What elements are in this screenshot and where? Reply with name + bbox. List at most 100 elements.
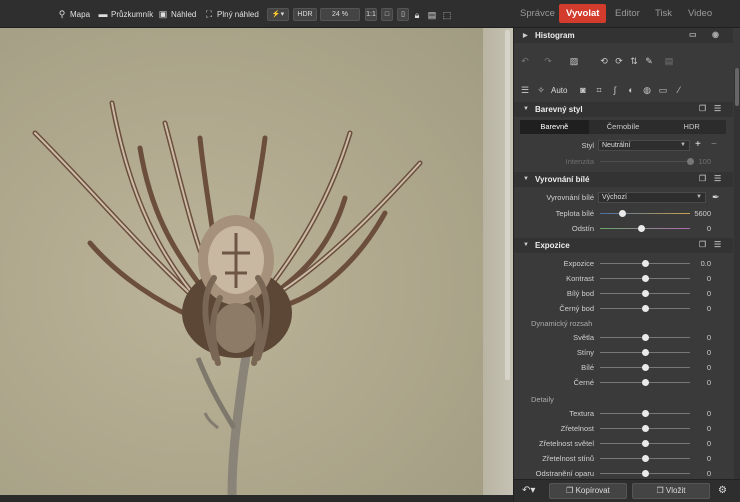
flash-dropdown[interactable]: ⚡▾ xyxy=(267,8,289,21)
info-button[interactable]: ▤ xyxy=(427,8,437,22)
image-icon[interactable]: ▨ xyxy=(568,55,580,67)
exposure-header[interactable]: ▼ Expozice ❐ ☰ xyxy=(514,238,733,253)
style-select[interactable]: Neutrální ▼ xyxy=(598,140,690,151)
redo-icon[interactable]: ↷ xyxy=(542,55,554,67)
wb-eyedropper-icon[interactable]: ✒ xyxy=(712,192,720,203)
record-icon[interactable]: ◉ xyxy=(712,30,722,40)
slider-knob[interactable] xyxy=(642,470,649,477)
map-pin-icon: ⚲ xyxy=(58,9,66,19)
color-wheel-icon[interactable]: ◐ xyxy=(625,84,637,96)
brush-icon[interactable]: ⁄ xyxy=(673,84,685,96)
mode-hdr-button[interactable]: HDR xyxy=(657,120,726,134)
compare-button[interactable]: ▯ xyxy=(397,8,409,21)
tint-knob[interactable] xyxy=(638,225,645,232)
explorer-label: Průzkumník xyxy=(111,9,154,19)
intensity-row: Intenzita 100 xyxy=(514,154,733,169)
intensity-label: Intenzita xyxy=(565,157,594,166)
tab-spravce[interactable]: Správce xyxy=(520,8,555,19)
mode-color-button[interactable]: Barevně xyxy=(520,120,589,134)
preview-button[interactable]: ▣ Náhled xyxy=(158,7,197,21)
undo-dropdown-icon[interactable]: ↶▾ xyxy=(522,485,535,496)
lock-button[interactable]: 🔒︎ xyxy=(412,8,422,22)
temperature-track[interactable] xyxy=(600,213,690,214)
remove-style-icon[interactable]: − xyxy=(711,139,717,150)
slider-knob[interactable] xyxy=(642,349,649,356)
tint-value: 0 xyxy=(706,224,711,233)
slider-knob[interactable] xyxy=(642,275,649,282)
camera-toggle-icon[interactable]: ▭ xyxy=(689,30,699,40)
panel-scroll-thumb[interactable] xyxy=(735,68,739,106)
wb-select[interactable]: Výchozí ▼ xyxy=(598,192,706,203)
section-menu-icon[interactable]: ☰ xyxy=(714,174,724,184)
tab-tisk[interactable]: Tisk xyxy=(655,8,672,19)
slider-label: Expozice xyxy=(563,259,594,268)
rotate-left-icon[interactable]: ⟲ xyxy=(598,55,610,67)
flash-icon: ⚡▾ xyxy=(271,11,285,18)
section-menu-icon[interactable]: ☰ xyxy=(714,104,724,114)
slider-knob[interactable] xyxy=(642,440,649,447)
curves-icon[interactable]: ∫ xyxy=(609,84,621,96)
image-icon: ▣ xyxy=(158,9,168,19)
slider-knob[interactable] xyxy=(642,379,649,386)
fullscreen-button[interactable]: ⛶ Plný náhled xyxy=(204,7,259,21)
slider-knob[interactable] xyxy=(642,364,649,371)
intensity-knob[interactable] xyxy=(687,158,694,165)
flip-icon[interactable]: ⇅ xyxy=(628,55,640,67)
slider-label: Textura xyxy=(569,409,594,418)
zoom-field[interactable]: 24 % xyxy=(320,8,360,21)
one-to-one-button[interactable]: 1:1 xyxy=(365,8,377,21)
slider-knob[interactable] xyxy=(642,425,649,432)
exposure-title: Expozice xyxy=(535,241,570,250)
color-style-header[interactable]: ▼ Barevný styl ❐ ☰ xyxy=(514,102,733,117)
tab-video[interactable]: Video xyxy=(688,8,712,19)
slider-label: Zřetelnost stínů xyxy=(542,454,594,463)
photo-scrollbar[interactable] xyxy=(505,30,510,380)
slider-value: 0 xyxy=(706,409,711,418)
slider-knob[interactable] xyxy=(642,410,649,417)
panel-scrollbar[interactable] xyxy=(734,68,740,498)
slider-knob[interactable] xyxy=(642,260,649,267)
slider-knob[interactable] xyxy=(642,334,649,341)
gradient-icon[interactable]: ▭ xyxy=(657,84,669,96)
white-balance-header[interactable]: ▼ Vyrovnání bílé ❐ ☰ xyxy=(514,172,733,187)
camera-icon[interactable]: ◙ xyxy=(577,84,589,96)
slider-knob[interactable] xyxy=(642,455,649,462)
histogram-header[interactable]: ▶ Histogram ▭ ◉ xyxy=(514,28,733,43)
intensity-track[interactable] xyxy=(600,161,690,162)
eyedropper-icon[interactable]: ✎ xyxy=(643,55,655,67)
temperature-knob[interactable] xyxy=(619,210,626,217)
slider-row: Expozice 0.0 xyxy=(514,256,733,271)
auto-label[interactable]: Auto xyxy=(551,86,567,95)
tint-track[interactable] xyxy=(600,228,690,229)
hdr-dropdown[interactable]: HDR xyxy=(293,8,317,21)
filter-icon[interactable]: ◍ xyxy=(641,84,653,96)
select-button[interactable]: ⬚ xyxy=(442,8,452,22)
undo-icon[interactable]: ↶ xyxy=(519,55,531,67)
copy-section-icon[interactable]: ❐ xyxy=(699,104,709,114)
chevron-down-icon: ▼ xyxy=(696,194,702,200)
explorer-button[interactable]: ▬ Průzkumník xyxy=(98,7,154,21)
copy-section-icon[interactable]: ❐ xyxy=(699,174,709,184)
save-preset-icon[interactable]: ▤ xyxy=(663,55,675,67)
copy-button[interactable]: ❐ Kopírovat xyxy=(549,483,627,499)
tab-vyvolat[interactable]: Vyvolat xyxy=(559,4,607,23)
section-menu-icon[interactable]: ☰ xyxy=(714,240,724,250)
slider-knob[interactable] xyxy=(642,305,649,312)
mode-bw-button[interactable]: Černobíle xyxy=(589,120,658,134)
paste-settings-icon[interactable]: ⚙ xyxy=(718,485,727,496)
photo-canvas[interactable] xyxy=(0,28,483,496)
map-button[interactable]: ⚲ Mapa xyxy=(57,7,90,21)
crop-icon[interactable]: ⌗ xyxy=(593,84,605,96)
copy-section-icon[interactable]: ❐ xyxy=(699,240,709,250)
add-style-icon[interactable]: + xyxy=(695,139,701,150)
slider-knob[interactable] xyxy=(642,290,649,297)
tab-editor[interactable]: Editor xyxy=(615,8,640,19)
auto-wand-icon[interactable]: ✧ xyxy=(535,84,547,96)
adjustment-toolbar: ☰ ✧ Auto ◙ ⌗ ∫ ◐ ◍ ▭ ⁄ xyxy=(514,80,733,100)
wb-label: Vyrovnání bílé xyxy=(546,193,594,202)
slider-value: 0 xyxy=(706,274,711,283)
fit-button[interactable]: □ xyxy=(381,8,393,21)
rotate-right-icon[interactable]: ⟳ xyxy=(613,55,625,67)
sliders-icon[interactable]: ☰ xyxy=(519,84,531,96)
paste-button[interactable]: ❐ Vložit xyxy=(632,483,710,499)
